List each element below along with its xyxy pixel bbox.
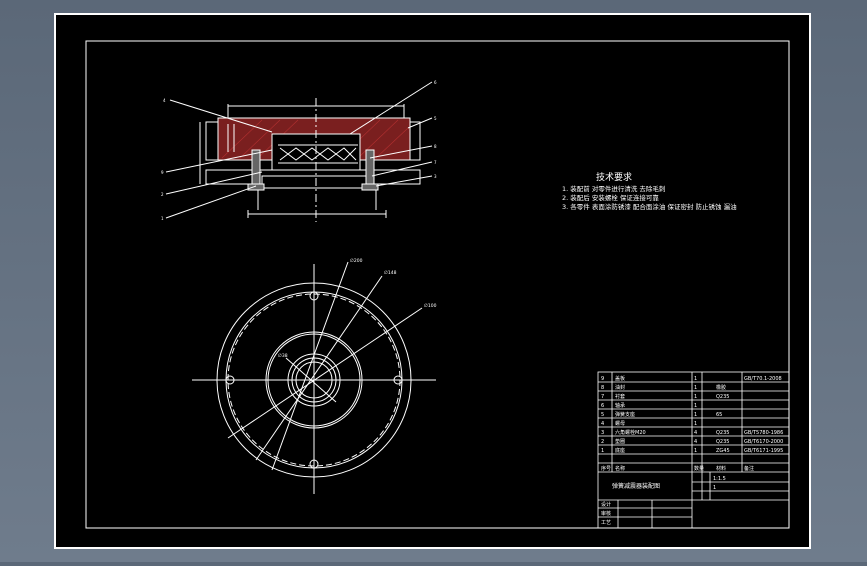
svg-text:GB/T5780-1986: GB/T5780-1986 bbox=[744, 430, 783, 436]
svg-text:橡胶: 橡胶 bbox=[716, 384, 726, 391]
svg-text:材料: 材料 bbox=[716, 465, 726, 472]
svg-text:盖板: 盖板 bbox=[615, 375, 625, 382]
label-process: 工艺 bbox=[601, 520, 611, 526]
svg-text:ZG45: ZG45 bbox=[716, 448, 730, 454]
svg-text:3: 3 bbox=[601, 430, 604, 436]
svg-text:65: 65 bbox=[716, 412, 722, 418]
svg-text:1: 1 bbox=[694, 403, 697, 409]
svg-text:1: 1 bbox=[694, 385, 697, 391]
svg-text:4: 4 bbox=[694, 430, 697, 436]
svg-text:1: 1 bbox=[694, 394, 697, 400]
svg-text:Q235: Q235 bbox=[716, 430, 729, 436]
svg-text:GB/T6170-2000: GB/T6170-2000 bbox=[744, 439, 783, 445]
svg-text:数量: 数量 bbox=[694, 465, 704, 472]
svg-text:6: 6 bbox=[601, 403, 604, 409]
svg-text:油封: 油封 bbox=[615, 384, 625, 391]
tech-req-title: 技术要求 bbox=[596, 171, 632, 183]
dim-label-3: ∅100 bbox=[424, 303, 437, 309]
svg-text:备注: 备注 bbox=[744, 465, 754, 472]
label-design: 设计 bbox=[601, 501, 611, 508]
svg-text:4: 4 bbox=[694, 439, 697, 445]
svg-text:7: 7 bbox=[601, 394, 604, 400]
drawing-canvas[interactable]: 4 9 2 1 6 5 8 7 3 技术要求 1. 装配前 对零件进行清洗 去除… bbox=[0, 0, 867, 562]
svg-text:序号: 序号 bbox=[601, 465, 611, 472]
svg-text:9: 9 bbox=[601, 376, 604, 382]
svg-text:GB/T6171-1995: GB/T6171-1995 bbox=[744, 448, 783, 454]
svg-text:螺母: 螺母 bbox=[615, 420, 625, 427]
dim-label-2: ∅148 bbox=[384, 270, 397, 276]
dim-label-1: ∅200 bbox=[350, 258, 363, 264]
svg-text:垫圈: 垫圈 bbox=[615, 438, 625, 445]
svg-text:1: 1 bbox=[694, 412, 697, 418]
svg-text:底座: 底座 bbox=[615, 447, 625, 454]
svg-text:弹簧支座: 弹簧支座 bbox=[615, 411, 635, 418]
drawing-title: 弹簧减震器装配图 bbox=[612, 482, 660, 490]
svg-text:1: 1 bbox=[694, 421, 697, 427]
cad-viewport[interactable]: 4 9 2 1 6 5 8 7 3 技术要求 1. 装配前 对零件进行清洗 去除… bbox=[0, 0, 867, 562]
tech-req-line-3: 3. 各零件 表面涂防锈漆 配合面涂油 保证密封 防止锈蚀 漏油 bbox=[562, 202, 737, 211]
svg-text:轴承: 轴承 bbox=[615, 402, 625, 409]
svg-text:1: 1 bbox=[601, 448, 604, 454]
sheet-value: 1 bbox=[713, 485, 716, 491]
svg-text:衬套: 衬套 bbox=[615, 393, 625, 400]
svg-text:4: 4 bbox=[601, 421, 604, 427]
svg-text:2: 2 bbox=[601, 439, 604, 445]
label-review: 审核 bbox=[601, 510, 611, 517]
svg-text:8: 8 bbox=[601, 385, 604, 391]
svg-text:1: 1 bbox=[694, 376, 697, 382]
svg-text:5: 5 bbox=[601, 412, 604, 418]
svg-text:1: 1 bbox=[694, 448, 697, 454]
svg-text:Q235: Q235 bbox=[716, 439, 729, 445]
svg-text:Q235: Q235 bbox=[716, 394, 729, 400]
dim-label-small: ∅38 bbox=[278, 353, 288, 359]
svg-text:GB/T70.1-2008: GB/T70.1-2008 bbox=[744, 376, 782, 382]
scale-value: 1:1.5 bbox=[713, 476, 726, 482]
svg-text:六角螺栓M20: 六角螺栓M20 bbox=[615, 429, 646, 436]
tech-req-line-2: 2. 装配后 安装螺栓 保证连接可靠 bbox=[562, 193, 659, 202]
tech-req-line-1: 1. 装配前 对零件进行清洗 去除毛刺 bbox=[562, 184, 665, 193]
svg-text:名称: 名称 bbox=[615, 465, 625, 472]
